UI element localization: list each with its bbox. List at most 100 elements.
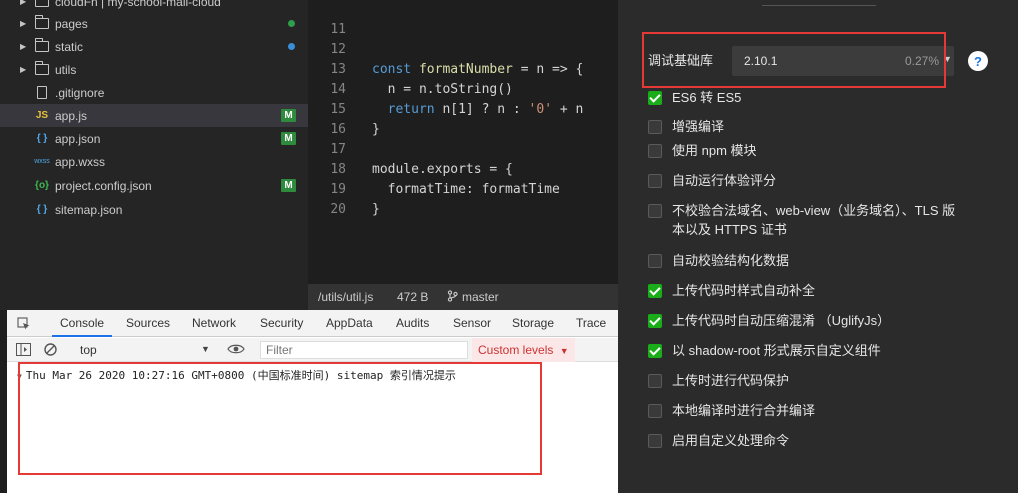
filter-input[interactable] bbox=[260, 341, 468, 359]
tab-appdata[interactable]: AppData bbox=[326, 310, 373, 337]
log-levels-select[interactable]: Custom levels ▼ bbox=[472, 338, 575, 362]
checkbox[interactable] bbox=[648, 204, 662, 218]
tree-item-pages[interactable]: ▶ pages bbox=[0, 12, 308, 35]
folder-icon bbox=[33, 0, 51, 10]
modified-badge: M bbox=[281, 132, 296, 145]
tree-item-label: .gitignore bbox=[55, 85, 105, 100]
lib-version-value: 2.10.1 bbox=[744, 54, 778, 68]
eye-icon[interactable] bbox=[227, 343, 245, 358]
inspect-element-icon[interactable] bbox=[17, 310, 31, 337]
line-number: 20 bbox=[330, 202, 346, 217]
code-line: 15 } bbox=[308, 80, 618, 137]
tree-item-app-js[interactable]: JS app.js M bbox=[0, 104, 308, 127]
sidebar-toggle-icon[interactable] bbox=[16, 343, 31, 359]
setting-label: 以 shadow-root 形式展示自定义组件 bbox=[672, 343, 881, 358]
file-path[interactable]: /utils/util.js bbox=[318, 284, 373, 310]
tab-network[interactable]: Network bbox=[192, 310, 236, 337]
checkbox[interactable] bbox=[648, 174, 662, 188]
tree-item-label: static bbox=[55, 39, 84, 54]
setting-label: 启用自定义处理命令 bbox=[672, 433, 790, 448]
tab-sensor[interactable]: Sensor bbox=[453, 310, 491, 337]
tab-trace[interactable]: Trace bbox=[576, 310, 606, 337]
expand-arrow-icon: ▶ bbox=[20, 0, 27, 6]
devtools-tab-bar: Console Sources Network Security AppData… bbox=[7, 310, 618, 337]
tab-audits[interactable]: Audits bbox=[396, 310, 429, 337]
console-toolbar: top ▼ Custom levels ▼ bbox=[7, 338, 618, 362]
wxss-file-icon: wxss bbox=[34, 158, 50, 165]
expand-arrow-icon: ▶ bbox=[20, 42, 27, 51]
checkbox[interactable] bbox=[648, 254, 662, 268]
tree-item-gitignore[interactable]: .gitignore bbox=[0, 81, 308, 104]
file-size: 472 B bbox=[397, 290, 429, 304]
code-line: 12 const formatNumber = n => { bbox=[308, 20, 618, 77]
setting-label: 上传代码时自动压缩混淆 （UglifyJs） bbox=[672, 313, 891, 328]
tab-security[interactable]: Security bbox=[260, 310, 303, 337]
checkbox[interactable] bbox=[648, 314, 662, 328]
tab-console[interactable]: Console bbox=[52, 310, 113, 337]
file-icon bbox=[33, 85, 51, 101]
code-line: 18 formatTime: formatTime bbox=[308, 140, 618, 197]
json-file-icon: { } bbox=[36, 204, 48, 215]
tree-item-sitemap[interactable]: { } sitemap.json bbox=[0, 198, 308, 221]
code-line: 20 bbox=[308, 180, 618, 217]
panel-divider bbox=[762, 5, 876, 6]
folder-icon bbox=[33, 38, 51, 55]
tree-item-project-config[interactable]: {o} project.config.json M bbox=[0, 174, 308, 197]
ide-window: ▶ cloudFn | my-school-mall-cloud ▶ pages… bbox=[0, 0, 1018, 493]
checkbox[interactable] bbox=[648, 91, 662, 105]
code-editor[interactable]: 11 12 const formatNumber = n => { 13 n =… bbox=[308, 0, 618, 284]
tree-item-label: project.config.json bbox=[55, 178, 152, 193]
console-message-text: Thu Mar 26 2020 10:27:16 GMT+0800 (中国标准时… bbox=[25, 369, 456, 382]
tree-item-label: sitemap.json bbox=[55, 202, 123, 217]
code-line: 19 } bbox=[308, 160, 618, 217]
expand-triangle-icon[interactable]: ▼ bbox=[17, 372, 22, 381]
setting-label: 自动校验结构化数据 bbox=[672, 253, 790, 268]
tree-item-label: app.wxss bbox=[55, 154, 106, 169]
tree-item-app-json[interactable]: { } app.json M bbox=[0, 127, 308, 150]
setting-label: 本地编译时进行合并编译 bbox=[672, 403, 816, 418]
setting-label: 增强编译 bbox=[672, 119, 725, 134]
tree-item-utils[interactable]: ▶ utils bbox=[0, 58, 308, 81]
lib-version-select[interactable]: 2.10.1 0.27% ▼ bbox=[732, 46, 954, 76]
code-line: 11 bbox=[308, 0, 618, 37]
file-explorer: ▶ cloudFn | my-school-mall-cloud ▶ pages… bbox=[0, 0, 308, 310]
tree-item-app-wxss[interactable]: wxss app.wxss bbox=[0, 150, 308, 173]
git-status-dot bbox=[288, 43, 295, 50]
setting-label: 上传代码时样式自动补全 bbox=[672, 283, 816, 298]
lib-usage-percent: 0.27% bbox=[905, 54, 940, 68]
folder-icon bbox=[33, 61, 51, 78]
tab-sources[interactable]: Sources bbox=[126, 310, 170, 337]
js-file-icon: JS bbox=[35, 110, 49, 121]
modified-badge: M bbox=[281, 179, 296, 192]
code-line: 13 n = n.toString() bbox=[308, 40, 618, 97]
git-branch[interactable]: master bbox=[462, 284, 499, 310]
setting-label: 上传时进行代码保护 bbox=[672, 373, 790, 388]
checkbox[interactable] bbox=[648, 344, 662, 358]
console-message[interactable]: ▼ Thu Mar 26 2020 10:27:16 GMT+0800 (中国标准… bbox=[17, 367, 456, 383]
tree-item-static[interactable]: ▶ static bbox=[0, 35, 308, 58]
tree-item-label: cloudFn | my-school-mall-cloud bbox=[55, 0, 221, 9]
checkbox[interactable] bbox=[648, 144, 662, 158]
setting-label: 自动运行体验评分 bbox=[672, 173, 777, 188]
checkbox[interactable] bbox=[648, 434, 662, 448]
lib-version-label: 调试基础库 bbox=[648, 53, 714, 68]
expand-arrow-icon: ▶ bbox=[20, 65, 27, 74]
setting-label: ES6 转 ES5 bbox=[672, 90, 742, 105]
help-icon[interactable]: ? bbox=[968, 51, 988, 71]
log-levels-label: Custom levels bbox=[478, 343, 554, 357]
checkbox[interactable] bbox=[648, 404, 662, 418]
context-select[interactable]: top ▼ bbox=[69, 338, 217, 362]
code-line: 17 module.exports = { bbox=[308, 120, 618, 177]
clear-console-icon[interactable] bbox=[44, 343, 57, 359]
code-text: } bbox=[372, 202, 380, 217]
code-line: 14 return n[1] ? n : '0' + n bbox=[308, 60, 618, 117]
checkbox[interactable] bbox=[648, 374, 662, 388]
dropdown-arrow-icon: ▼ bbox=[201, 344, 210, 354]
checkbox[interactable] bbox=[648, 120, 662, 134]
checkbox[interactable] bbox=[648, 284, 662, 298]
tab-storage[interactable]: Storage bbox=[512, 310, 554, 337]
devtools-panel: Console Sources Network Security AppData… bbox=[7, 310, 618, 493]
dropdown-arrow-icon: ▼ bbox=[559, 346, 569, 356]
tree-item-label: utils bbox=[55, 62, 77, 77]
git-branch-icon bbox=[447, 284, 458, 310]
